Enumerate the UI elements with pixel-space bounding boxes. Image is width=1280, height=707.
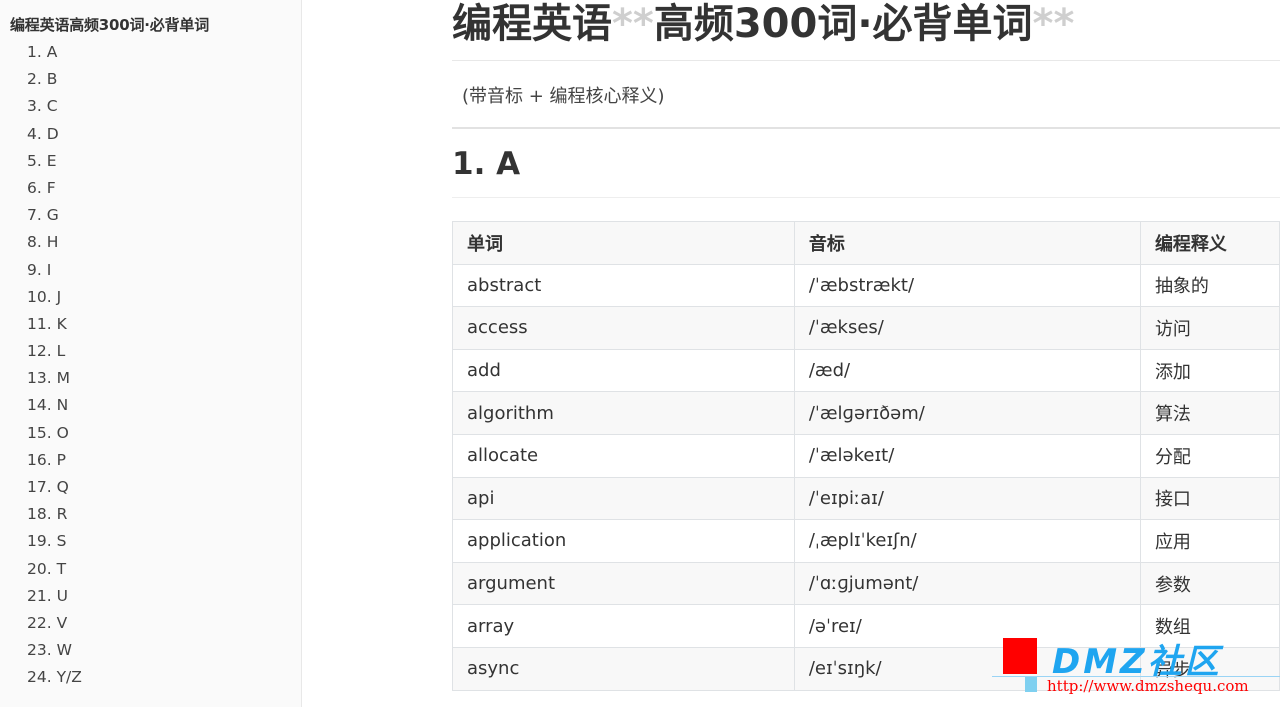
- watermark-logo-accent: [1025, 676, 1037, 692]
- toc-item[interactable]: 22. V: [27, 612, 82, 639]
- header-word: 单词: [452, 221, 795, 265]
- toc-item[interactable]: 23. W: [27, 639, 82, 666]
- divider: [452, 197, 1280, 198]
- cell-meaning: 参数: [1139, 561, 1280, 606]
- toc-item[interactable]: 11. K: [27, 313, 82, 340]
- toc-item[interactable]: 24. Y/Z: [27, 666, 82, 693]
- toc-item[interactable]: 3. C: [27, 95, 82, 122]
- page-title: 编程英语**高频300词·必背单词**: [452, 0, 1074, 50]
- vocabulary-table: 单词 音标 编程释义 abstract /ˈæbstrækt/ 抽象的 acce…: [452, 221, 1280, 691]
- title-text: 编程英语: [452, 1, 612, 47]
- watermark-logo-square: [1003, 638, 1037, 674]
- cell-phonetic: /ˌæplɪˈkeɪʃn/: [793, 519, 1141, 563]
- cell-word: application: [452, 519, 795, 563]
- site-watermark: DMZ社区 http://www.dmzshequ.com: [992, 632, 1280, 707]
- subtitle: (带音标 + 编程核心释义): [462, 86, 665, 107]
- toc-item[interactable]: 5. E: [27, 150, 82, 177]
- cell-word: api: [452, 476, 795, 521]
- toc-item[interactable]: 9. I: [27, 259, 82, 286]
- cell-meaning: 分配: [1139, 433, 1280, 478]
- cell-phonetic: /ˈæləkeɪt/: [793, 433, 1141, 478]
- cell-word: array: [452, 604, 795, 648]
- divider: [452, 60, 1280, 61]
- toc-item[interactable]: 4. D: [27, 123, 82, 150]
- toc-item[interactable]: 13. M: [27, 367, 82, 394]
- cell-word: algorithm: [452, 391, 795, 435]
- cell-phonetic: /ˈeɪpiːaɪ/: [793, 476, 1141, 521]
- toc-item[interactable]: 10. J: [27, 286, 82, 313]
- title-markdown-stars: **: [1032, 1, 1075, 47]
- cell-word: argument: [452, 561, 795, 606]
- cell-phonetic: /ˈæbstrækt/: [793, 263, 1141, 308]
- cell-phonetic: /ˈɑːɡjumənt/: [793, 561, 1141, 606]
- title-text: 高频300词·必背单词: [653, 1, 1033, 47]
- cell-word: abstract: [452, 263, 795, 308]
- header-meaning: 编程释义: [1139, 221, 1280, 265]
- table-row: access /ˈækses/ 访问: [452, 306, 1280, 350]
- toc-item[interactable]: 17. Q: [27, 476, 82, 503]
- toc-item[interactable]: 20. T: [27, 558, 82, 585]
- cell-meaning: 抽象的: [1139, 263, 1280, 308]
- toc-item[interactable]: 14. N: [27, 394, 82, 421]
- toc-item[interactable]: 21. U: [27, 585, 82, 612]
- cell-word: add: [452, 348, 795, 393]
- toc-item[interactable]: 2. B: [27, 68, 82, 95]
- document-content: 编程英语**高频300词·必背单词** (带音标 + 编程核心释义) 1. A …: [452, 0, 1280, 707]
- watermark-url: http://www.dmzshequ.com: [1047, 677, 1249, 695]
- toc-item[interactable]: 19. S: [27, 530, 82, 557]
- title-markdown-stars: **: [612, 1, 654, 47]
- table-row: api /ˈeɪpiːaɪ/ 接口: [452, 476, 1280, 521]
- sidebar-title[interactable]: 编程英语高频300词·必背单词: [10, 14, 209, 35]
- toc-item[interactable]: 12. L: [27, 340, 82, 367]
- horizontal-rule: [452, 127, 1280, 129]
- table-row: application /ˌæplɪˈkeɪʃn/ 应用: [452, 519, 1280, 563]
- toc-item[interactable]: 6. F: [27, 177, 82, 204]
- header-phonetic: 音标: [793, 221, 1141, 265]
- sidebar-toc: 编程英语高频300词·必背单词 1. A 2. B 3. C 4. D 5. E…: [0, 0, 302, 707]
- cell-word: access: [452, 306, 795, 350]
- table-row: argument /ˈɑːɡjumənt/ 参数: [452, 561, 1280, 606]
- cell-meaning: 算法: [1139, 391, 1280, 435]
- toc-item[interactable]: 1. A: [27, 41, 82, 68]
- toc-item[interactable]: 18. R: [27, 503, 82, 530]
- cell-meaning: 应用: [1139, 519, 1280, 563]
- cell-word: async: [452, 646, 795, 691]
- table-row: add /æd/ 添加: [452, 348, 1280, 393]
- cell-phonetic: /æd/: [793, 348, 1141, 393]
- table-row: algorithm /ˈælɡərɪðəm/ 算法: [452, 391, 1280, 435]
- toc-list: 1. A 2. B 3. C 4. D 5. E 6. F 7. G 8. H …: [27, 41, 82, 694]
- table-header-row: 单词 音标 编程释义: [452, 221, 1280, 265]
- cell-word: allocate: [452, 433, 795, 478]
- cell-phonetic: /ˈælɡərɪðəm/: [793, 391, 1141, 435]
- cell-meaning: 接口: [1139, 476, 1280, 521]
- cell-meaning: 添加: [1139, 348, 1280, 393]
- section-heading: 1. A: [452, 146, 521, 182]
- cell-phonetic: /ˈækses/: [793, 306, 1141, 350]
- toc-item[interactable]: 16. P: [27, 449, 82, 476]
- toc-item[interactable]: 8. H: [27, 231, 82, 258]
- toc-item[interactable]: 15. O: [27, 422, 82, 449]
- table-row: allocate /ˈæləkeɪt/ 分配: [452, 433, 1280, 478]
- cell-meaning: 访问: [1139, 306, 1280, 350]
- table-row: abstract /ˈæbstrækt/ 抽象的: [452, 263, 1280, 308]
- toc-item[interactable]: 7. G: [27, 204, 82, 231]
